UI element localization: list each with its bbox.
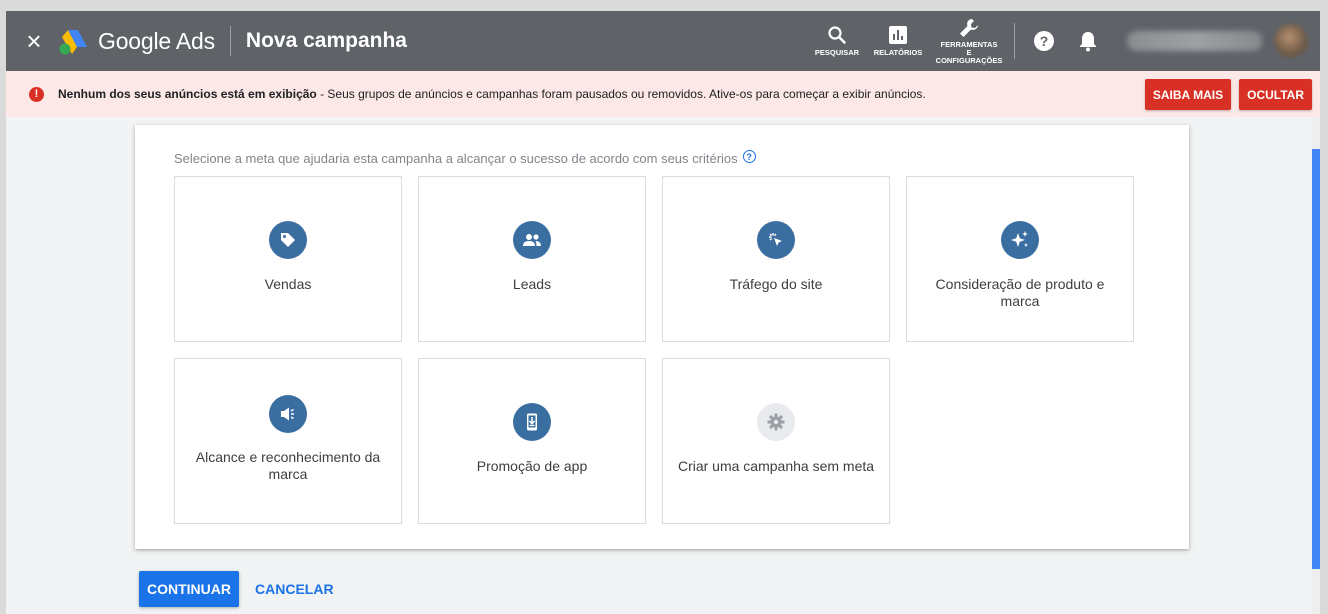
goal-label: Vendas	[264, 276, 312, 292]
help-icon: ?	[1034, 31, 1054, 51]
google-ads-logo-icon	[59, 29, 87, 54]
goal-label: Criar uma campanha sem meta	[677, 458, 875, 474]
actions-divider	[1014, 23, 1015, 59]
continue-button[interactable]: CONTINUAR	[139, 571, 239, 607]
alert-message: Nenhum dos seus anúncios está em exibiçã…	[58, 87, 926, 101]
sparkle-icon	[1001, 221, 1039, 259]
svg-text:?: ?	[1040, 33, 1049, 49]
tools-action-label-3: CONFIGURAÇÕES	[935, 56, 1003, 65]
megaphone-icon	[269, 395, 307, 433]
page-title: Nova campanha	[245, 29, 407, 52]
alert-strong-text: Nenhum dos seus anúncios está em exibiçã…	[58, 87, 317, 101]
tools-action[interactable]: FERRAMENTAS E CONFIGURAÇÕES	[934, 17, 1004, 65]
gear-icon	[757, 403, 795, 441]
goal-label: Leads	[512, 276, 552, 292]
search-action[interactable]: PESQUISAR	[812, 25, 862, 57]
top-actions: PESQUISAR RELATÓRIOS FERRAMENTAS E CONFI…	[812, 11, 1320, 71]
reports-icon	[889, 26, 907, 44]
bell-icon	[1080, 32, 1096, 52]
goal-prompt-text: Selecione a meta que ajudaria esta campa…	[174, 151, 738, 166]
alert-text: - Seus grupos de anúncios e campanhas fo…	[316, 87, 926, 101]
goal-help-icon[interactable]: ?	[742, 150, 756, 163]
top-bar: × Google Ads Nova campanha PESQUISAR REL…	[6, 11, 1320, 71]
goal-label: Alcance e reconhecimento da marca	[195, 449, 381, 482]
goal-leads[interactable]: Leads	[418, 176, 646, 342]
goal-prompt: Selecione a meta que ajudaria esta campa…	[174, 150, 756, 166]
goal-sales[interactable]: Vendas	[174, 176, 402, 342]
tag-icon	[269, 221, 307, 259]
account-name[interactable]	[1127, 31, 1262, 51]
footer-actions: CONTINUAR CANCELAR	[139, 571, 334, 607]
brand-name: Google Ads	[98, 27, 215, 54]
scrollbar-thumb[interactable]	[1312, 149, 1320, 569]
learn-more-button[interactable]: SAIBA MAIS	[1144, 79, 1232, 110]
cancel-button[interactable]: CANCELAR	[255, 581, 334, 597]
goal-brand-awareness-reach[interactable]: Alcance e reconhecimento da marca	[174, 358, 402, 524]
google-ads-logo	[58, 28, 88, 55]
people-icon	[513, 221, 551, 259]
reports-action-label: RELATÓRIOS	[873, 48, 923, 57]
goal-app-promotion[interactable]: Promoção de app	[418, 358, 646, 524]
goal-selection-card: Selecione a meta que ajudaria esta campa…	[135, 125, 1189, 549]
goal-website-traffic[interactable]: Tráfego do site	[662, 176, 890, 342]
goal-label: Promoção de app	[476, 458, 588, 474]
goal-label: Consideração de produto e marca	[935, 276, 1105, 309]
header-divider	[229, 26, 231, 56]
search-icon	[828, 26, 846, 44]
goal-no-goal-campaign[interactable]: Criar uma campanha sem meta	[662, 358, 890, 524]
goal-product-brand-consideration[interactable]: Consideração de produto e marca	[906, 176, 1134, 342]
goal-label: Tráfego do site	[729, 276, 823, 292]
notifications-button[interactable]	[1075, 30, 1101, 52]
wrench-icon	[960, 19, 978, 37]
reports-action[interactable]: RELATÓRIOS	[870, 25, 926, 57]
error-icon: !	[29, 86, 44, 102]
help-button[interactable]: ?	[1031, 30, 1057, 52]
search-action-label: PESQUISAR	[814, 48, 860, 57]
cursor-click-icon	[757, 221, 795, 259]
close-button[interactable]: ×	[14, 21, 54, 61]
hide-button[interactable]: OCULTAR	[1239, 79, 1312, 110]
app-window: × Google Ads Nova campanha PESQUISAR REL…	[6, 11, 1320, 614]
phone-download-icon	[513, 403, 551, 441]
alert-banner: ! Nenhum dos seus anúncios está em exibi…	[6, 71, 1320, 117]
avatar[interactable]	[1274, 24, 1308, 58]
alert-buttons: SAIBA MAIS OCULTAR	[1144, 79, 1312, 110]
